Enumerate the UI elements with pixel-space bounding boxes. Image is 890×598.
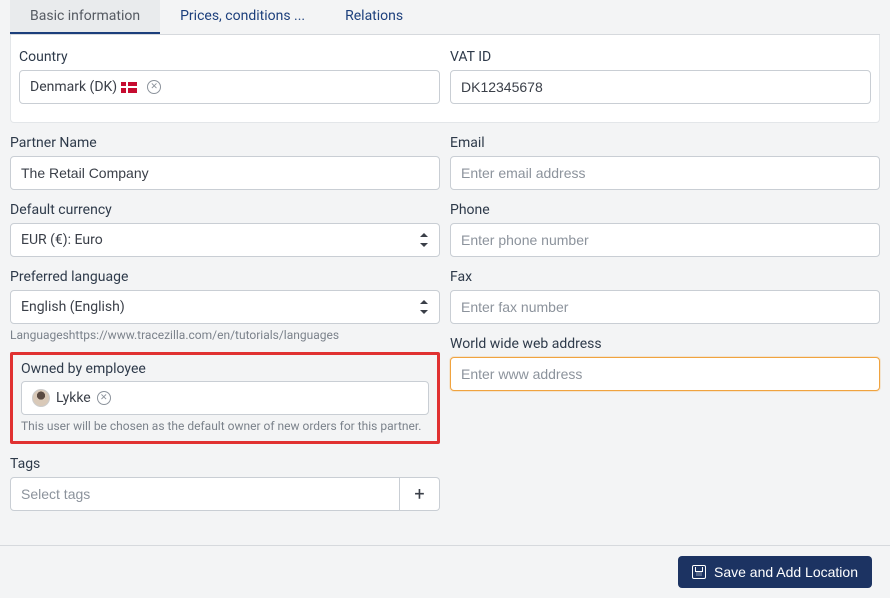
phone-field: Phone bbox=[450, 202, 880, 257]
select-arrows-icon bbox=[419, 233, 429, 247]
fax-input[interactable] bbox=[450, 290, 880, 324]
denmark-flag-icon bbox=[121, 82, 137, 93]
www-field: World wide web address bbox=[450, 336, 880, 391]
phone-input[interactable] bbox=[450, 223, 880, 257]
preferred-language-label: Preferred language bbox=[10, 269, 440, 285]
vat-label: VAT ID bbox=[450, 49, 871, 65]
www-input-inner[interactable] bbox=[461, 366, 869, 382]
phone-input-inner[interactable] bbox=[461, 232, 869, 248]
tab-basic-information[interactable]: Basic information bbox=[10, 0, 160, 34]
partner-name-field: Partner Name bbox=[10, 135, 440, 190]
tab-prices-conditions[interactable]: Prices, conditions ... bbox=[160, 0, 325, 34]
default-currency-value: EUR (€): Euro bbox=[21, 232, 103, 248]
email-field: Email bbox=[450, 135, 880, 190]
basic-info-panel: Country Denmark (DK) ✕ VAT ID bbox=[10, 35, 880, 123]
email-label: Email bbox=[450, 135, 880, 151]
preferred-language-value: English (English) bbox=[21, 299, 125, 315]
tags-field: Tags + bbox=[10, 456, 440, 511]
email-input-inner[interactable] bbox=[461, 165, 869, 181]
preferred-language-hint: Languageshttps://www.tracezilla.com/en/t… bbox=[10, 328, 440, 342]
partner-name-input-inner[interactable] bbox=[21, 165, 429, 181]
tab-relations[interactable]: Relations bbox=[325, 0, 423, 34]
save-icon bbox=[692, 565, 706, 579]
vat-input-inner[interactable] bbox=[461, 79, 860, 95]
fax-input-inner[interactable] bbox=[461, 299, 869, 315]
save-and-add-location-button[interactable]: Save and Add Location bbox=[678, 556, 872, 588]
preferred-language-field: Preferred language English (English) Lan… bbox=[10, 269, 440, 342]
country-value: Denmark (DK) bbox=[30, 79, 117, 95]
owned-by-employee-hint: This user will be chosen as the default … bbox=[21, 419, 429, 433]
email-input[interactable] bbox=[450, 156, 880, 190]
www-input[interactable] bbox=[450, 357, 880, 391]
avatar-icon bbox=[32, 389, 50, 407]
preferred-language-select[interactable]: English (English) bbox=[10, 290, 440, 324]
country-clear-icon[interactable]: ✕ bbox=[147, 80, 161, 94]
tabs: Basic information Prices, conditions ...… bbox=[10, 0, 880, 35]
phone-label: Phone bbox=[450, 202, 880, 218]
www-label: World wide web address bbox=[450, 336, 880, 352]
tags-input[interactable] bbox=[10, 477, 400, 511]
owned-by-employee-label: Owned by employee bbox=[21, 361, 429, 377]
owned-by-employee-highlight: Owned by employee Lykke ✕ This user will… bbox=[10, 352, 440, 444]
vat-input[interactable] bbox=[450, 70, 871, 104]
footer-bar: Save and Add Location bbox=[0, 545, 890, 598]
country-label: Country bbox=[19, 49, 440, 65]
fax-label: Fax bbox=[450, 269, 880, 285]
vat-field: VAT ID bbox=[450, 49, 871, 104]
tags-input-inner[interactable] bbox=[21, 486, 389, 502]
owned-by-employee-value: Lykke bbox=[56, 390, 91, 406]
partner-name-label: Partner Name bbox=[10, 135, 440, 151]
default-currency-select[interactable]: EUR (€): Euro bbox=[10, 223, 440, 257]
tags-label: Tags bbox=[10, 456, 440, 472]
partner-name-input[interactable] bbox=[10, 156, 440, 190]
owner-clear-icon[interactable]: ✕ bbox=[97, 391, 111, 405]
country-input[interactable]: Denmark (DK) ✕ bbox=[19, 70, 440, 104]
add-tag-button[interactable]: + bbox=[400, 477, 440, 511]
country-field: Country Denmark (DK) ✕ bbox=[19, 49, 440, 104]
owned-by-employee-input[interactable]: Lykke ✕ bbox=[21, 381, 429, 415]
default-currency-field: Default currency EUR (€): Euro bbox=[10, 202, 440, 257]
select-arrows-icon bbox=[419, 300, 429, 314]
save-button-label: Save and Add Location bbox=[714, 564, 858, 580]
default-currency-label: Default currency bbox=[10, 202, 440, 218]
fax-field: Fax bbox=[450, 269, 880, 324]
